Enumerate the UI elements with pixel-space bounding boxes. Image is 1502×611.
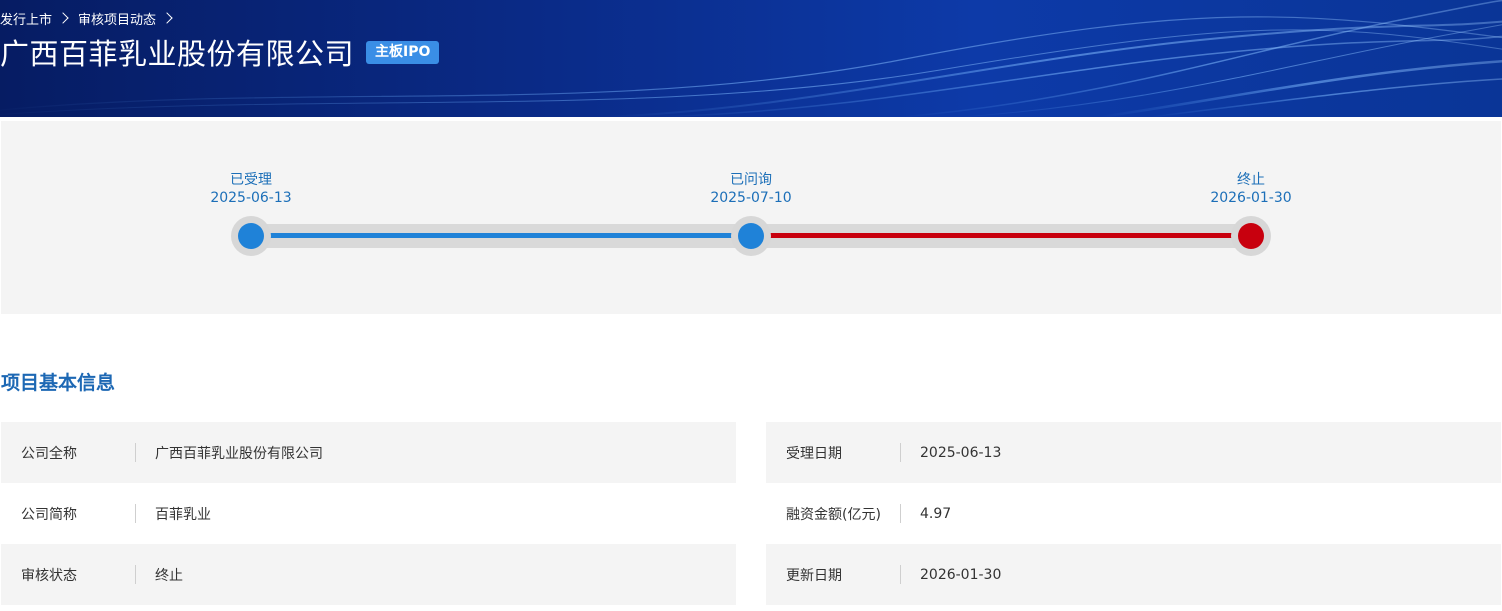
label-divider — [900, 504, 901, 523]
info-value: 终止 — [155, 567, 183, 584]
breadcrumb: 发行上市 审核项目动态 — [0, 9, 182, 28]
info-item-short-name: 公司简称 百菲乳业 — [1, 483, 736, 544]
stage-date: 2026-01-30 — [1210, 190, 1292, 206]
info-value: 广西百菲乳业股份有限公司 — [155, 445, 323, 462]
progress-line-completed — [251, 233, 751, 238]
stage-node-terminated — [1231, 216, 1271, 256]
info-item-financing-amount: 融资金额(亿元) 4.97 — [766, 483, 1501, 544]
review-progress-panel: 已受理 2025-06-13 已问询 2025-07-10 终止 2026-01… — [1, 121, 1501, 314]
info-label: 审核状态 — [21, 567, 77, 584]
info-value: 4.97 — [920, 505, 952, 522]
info-item-company-name: 公司全称 广西百菲乳业股份有限公司 — [1, 422, 736, 483]
progress-line-terminated — [751, 233, 1251, 238]
label-divider — [135, 565, 136, 584]
stage-name: 已受理 — [230, 172, 272, 188]
stage-date: 2025-07-10 — [710, 190, 792, 206]
info-label: 受理日期 — [786, 445, 842, 462]
stage-date: 2025-06-13 — [210, 190, 292, 206]
stage-node-accepted — [231, 216, 271, 256]
info-value: 2025-06-13 — [920, 444, 1002, 461]
label-divider — [900, 565, 901, 584]
stage-name: 终止 — [1237, 172, 1265, 188]
label-divider — [900, 443, 901, 462]
stage-label-terminated: 终止 2026-01-30 — [1181, 171, 1321, 207]
info-item-review-status: 审核状态 终止 — [1, 544, 736, 605]
info-label: 公司简称 — [21, 506, 77, 523]
stage-label-inquired: 已问询 2025-07-10 — [681, 171, 821, 207]
stage-dot-icon — [738, 223, 764, 249]
header-banner: 发行上市 审核项目动态 广西百菲乳业股份有限公司 主板IPO — [0, 0, 1502, 117]
breadcrumb-item-listing[interactable]: 发行上市 — [0, 9, 52, 28]
chevron-right-icon — [161, 12, 173, 24]
stage-dot-icon — [1238, 223, 1264, 249]
breadcrumb-item-review-dynamics[interactable]: 审核项目动态 — [78, 9, 156, 28]
info-label: 更新日期 — [786, 567, 842, 584]
stage-dot-icon — [238, 223, 264, 249]
info-label: 融资金额(亿元) — [786, 506, 881, 523]
title-row: 广西百菲乳业股份有限公司 主板IPO — [0, 33, 440, 71]
label-divider — [135, 443, 136, 462]
info-label: 公司全称 — [21, 445, 77, 462]
info-item-update-date: 更新日期 2026-01-30 — [766, 544, 1501, 605]
info-value: 百菲乳业 — [155, 506, 211, 523]
info-item-accept-date: 受理日期 2025-06-13 — [766, 422, 1501, 483]
section-title-basic-info: 项目基本信息 — [1, 372, 116, 394]
page-title: 广西百菲乳业股份有限公司 — [0, 37, 355, 71]
info-value: 2026-01-30 — [920, 566, 1002, 583]
board-badge: 主板IPO — [366, 40, 440, 64]
stage-node-inquired — [731, 216, 771, 256]
stage-label-accepted: 已受理 2025-06-13 — [181, 171, 321, 207]
label-divider — [135, 504, 136, 523]
chevron-right-icon — [57, 12, 69, 24]
stage-name: 已问询 — [730, 172, 772, 188]
